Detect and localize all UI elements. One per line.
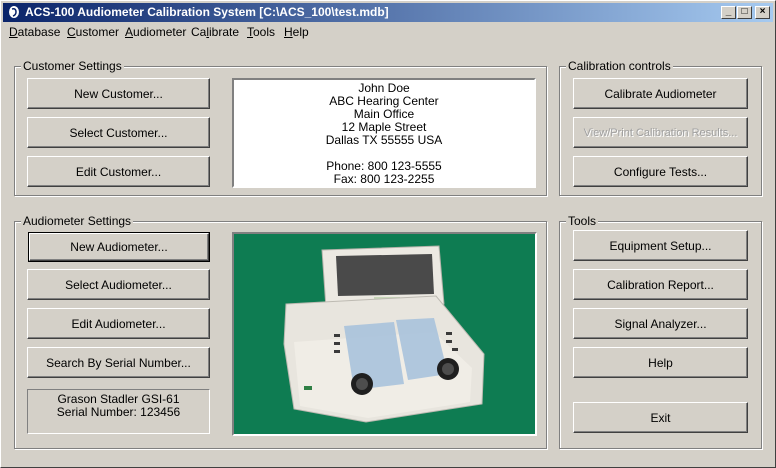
edit-audiometer-button[interactable]: Edit Audiometer... — [27, 308, 210, 339]
signal-analyzer-label: Signal Analyzer... — [614, 316, 707, 331]
exit-button[interactable]: Exit — [573, 402, 748, 433]
calibrate-audiometer-label: Calibrate Audiometer — [604, 86, 717, 101]
close-button[interactable]: × — [755, 6, 770, 19]
new-audiometer-label: New Audiometer... — [70, 240, 168, 254]
new-customer-label: New Customer... — [74, 86, 163, 101]
help-button[interactable]: Help — [573, 347, 748, 378]
select-audiometer-button[interactable]: Select Audiometer... — [27, 269, 210, 300]
audiometer-device-image — [234, 234, 535, 434]
menu-audiometer[interactable]: Audiometer — [125, 25, 186, 39]
audiometer-serial: Serial Number: 123456 — [56, 405, 181, 419]
exit-label: Exit — [650, 410, 671, 425]
equipment-setup-label: Equipment Setup... — [609, 238, 712, 253]
search-serial-label: Search By Serial Number... — [46, 355, 191, 370]
search-serial-button[interactable]: Search By Serial Number... — [27, 347, 210, 378]
audiometer-info-box: Grason Stadler GSI-61 Serial Number: 123… — [27, 389, 210, 434]
configure-tests-button[interactable]: Configure Tests... — [573, 156, 748, 187]
select-customer-label: Select Customer... — [69, 125, 168, 140]
close-icon: × — [759, 6, 766, 17]
view-print-results-button[interactable]: View/Print Calibration Results... — [573, 117, 748, 148]
menu-help[interactable]: Help — [284, 25, 309, 39]
signal-analyzer-button[interactable]: Signal Analyzer... — [573, 308, 748, 339]
menu-calibrate[interactable]: Calibrate — [191, 25, 239, 39]
maximize-icon: □ — [741, 6, 748, 17]
title-bar[interactable]: ACS-100 Audiometer Calibration System [C… — [3, 3, 773, 22]
select-audiometer-label: Select Audiometer... — [65, 277, 172, 292]
new-customer-button[interactable]: New Customer... — [27, 78, 210, 109]
main-window: ACS-100 Audiometer Calibration System [C… — [0, 0, 776, 468]
help-label: Help — [648, 355, 673, 370]
select-customer-button[interactable]: Select Customer... — [27, 117, 210, 148]
edit-audiometer-label: Edit Audiometer... — [71, 316, 166, 331]
audiometer-photo — [232, 232, 537, 436]
customer-city: Dallas TX 55555 USA — [325, 133, 443, 147]
edit-customer-button[interactable]: Edit Customer... — [27, 156, 210, 187]
menu-bar: Database Customer Audiometer Calibrate T… — [3, 23, 773, 41]
view-print-results-label: View/Print Calibration Results... — [583, 126, 738, 139]
customer-info-box: John Doe ABC Hearing Center Main Office … — [232, 78, 536, 188]
window-title: ACS-100 Audiometer Calibration System [C… — [25, 5, 389, 19]
calibration-report-label: Calibration Report... — [607, 277, 714, 292]
calibrate-audiometer-button[interactable]: Calibrate Audiometer — [573, 78, 748, 109]
menu-customer[interactable]: Customer — [67, 25, 119, 39]
menu-database[interactable]: Database — [9, 25, 60, 39]
calibration-controls-title: Calibration controls — [566, 59, 673, 73]
customer-fax: Fax: 800 123-2255 — [333, 172, 435, 186]
maximize-button[interactable]: □ — [737, 6, 752, 19]
minimize-icon: _ — [725, 6, 732, 17]
configure-tests-label: Configure Tests... — [613, 164, 708, 179]
customer-settings-title: Customer Settings — [21, 59, 124, 73]
edit-customer-label: Edit Customer... — [75, 164, 162, 179]
calibration-report-button[interactable]: Calibration Report... — [573, 269, 748, 300]
new-audiometer-button[interactable]: New Audiometer... — [28, 232, 210, 262]
tools-title: Tools — [566, 214, 599, 228]
equipment-setup-button[interactable]: Equipment Setup... — [573, 230, 748, 261]
minimize-button[interactable]: _ — [721, 6, 736, 19]
app-icon — [9, 6, 19, 18]
audiometer-settings-title: Audiometer Settings — [21, 214, 134, 228]
menu-tools[interactable]: Tools — [247, 25, 275, 39]
